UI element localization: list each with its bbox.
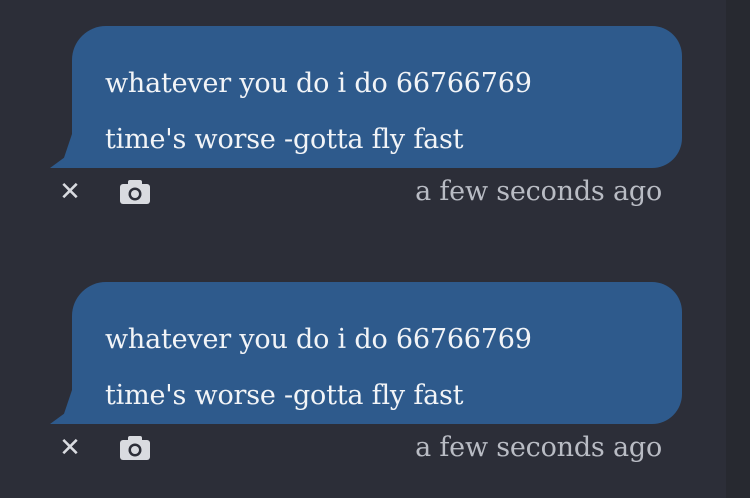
message-meta: ✕ a few seconds ago bbox=[50, 424, 690, 484]
message-line: time's worse -gotta fly fast bbox=[105, 380, 464, 411]
close-icon[interactable]: ✕ bbox=[56, 178, 84, 206]
message-item: whatever you do i do 66766769 time's wor… bbox=[50, 282, 690, 484]
close-icon[interactable]: ✕ bbox=[56, 434, 84, 462]
message-line: time's worse -gotta fly fast bbox=[105, 124, 464, 155]
message-timestamp: a few seconds ago bbox=[415, 432, 662, 463]
camera-icon[interactable] bbox=[118, 178, 152, 206]
message-timestamp: a few seconds ago bbox=[415, 176, 662, 207]
camera-icon[interactable] bbox=[118, 434, 152, 462]
message-bubble: whatever you do i do 66766769 time's wor… bbox=[72, 26, 682, 168]
message-meta: ✕ a few seconds ago bbox=[50, 168, 690, 228]
scroll-gutter bbox=[726, 0, 750, 498]
message-item: whatever you do i do 66766769 time's wor… bbox=[50, 26, 690, 228]
message-line: whatever you do i do 66766769 bbox=[105, 324, 532, 355]
message-bubble: whatever you do i do 66766769 time's wor… bbox=[72, 282, 682, 424]
message-line: whatever you do i do 66766769 bbox=[105, 68, 532, 99]
